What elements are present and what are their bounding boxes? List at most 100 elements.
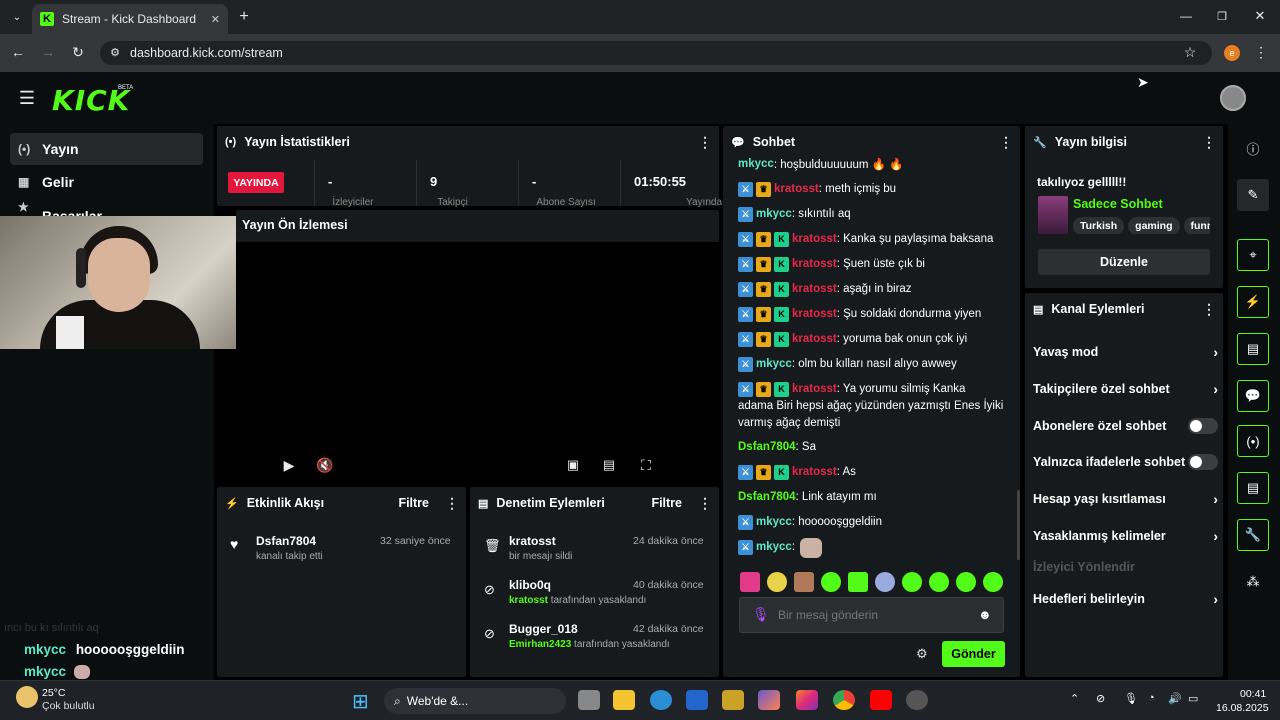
mod-actor[interactable]: Emirhan2423: [509, 639, 571, 650]
back-arrow-icon[interactable]: ←: [10, 44, 26, 60]
weather-icon[interactable]: [16, 686, 38, 708]
taskbar-search[interactable]: ⌕ Web'de &...: [384, 688, 566, 714]
channel-actions-menu-icon[interactable]: ⋮: [1202, 301, 1216, 318]
chat-settings-gear-icon[interactable]: ⚙: [916, 646, 928, 662]
chat-scrollbar[interactable]: [1017, 490, 1020, 560]
activity-filter-button[interactable]: Filtre: [398, 496, 429, 510]
theater-mode-icon[interactable]: ▤: [600, 456, 618, 474]
minimize-icon[interactable]: —: [1178, 8, 1194, 24]
clock-date[interactable]: 16.08.2025: [1216, 702, 1269, 714]
emote-icon[interactable]: [794, 572, 814, 592]
tag[interactable]: funny: [1183, 217, 1210, 234]
clock-time[interactable]: 00:41: [1240, 688, 1266, 700]
stats-menu-icon[interactable]: ⋮: [698, 134, 712, 151]
browser-tab[interactable]: K Stream - Kick Dashboard ✕: [32, 4, 228, 34]
emote-icon[interactable]: [767, 572, 787, 592]
task-view-icon[interactable]: [578, 690, 600, 710]
tab-list-chevron-icon[interactable]: ⌄: [8, 8, 26, 26]
activity-user[interactable]: Dsfan7804: [256, 534, 316, 548]
bookmark-star-icon[interactable]: ☆: [1182, 44, 1198, 60]
info-icon[interactable]: ⓘ: [1237, 132, 1269, 164]
emote-icon[interactable]: [875, 572, 895, 592]
emote-icon[interactable]: [821, 572, 841, 592]
wifi-icon[interactable]: ◔: [1148, 692, 1155, 704]
banned-words-row[interactable]: Yasaklanmış kelimeler ›: [1033, 526, 1218, 546]
reload-icon[interactable]: ↻: [70, 44, 86, 60]
close-window-icon[interactable]: ✕: [1252, 8, 1268, 24]
stream-preview-player[interactable]: [236, 242, 719, 482]
tag[interactable]: Turkish: [1073, 217, 1125, 234]
url-input[interactable]: dashboard.kick.com/stream: [100, 41, 1212, 65]
slow-mode-row[interactable]: Yavaş mod ›: [1033, 342, 1218, 362]
media-player-icon[interactable]: [722, 690, 744, 710]
edit-button[interactable]: Düzenle: [1038, 249, 1210, 275]
channel-icon[interactable]: ▤: [1237, 472, 1269, 504]
goals-row[interactable]: Hedefleri belirleyin ›: [1033, 589, 1218, 609]
chat-icon[interactable]: 💬: [1237, 380, 1269, 412]
close-tab-icon[interactable]: ✕: [211, 13, 220, 26]
chat-message-input[interactable]: [778, 605, 968, 625]
sidebar-item-basarilar[interactable]: ★ Başarılar: [10, 200, 203, 216]
chat-username[interactable]: kratosst: [792, 333, 837, 345]
moderation-filter-button[interactable]: Filtre: [651, 496, 682, 510]
security-icon[interactable]: [686, 690, 708, 710]
volume-icon[interactable]: 🔊: [1168, 692, 1182, 705]
forward-arrow-icon[interactable]: →: [40, 44, 56, 60]
tray-chevron-icon[interactable]: ⌃: [1070, 692, 1079, 705]
app-icon[interactable]: [906, 690, 928, 710]
emote-icon[interactable]: [983, 572, 1003, 592]
file-explorer-icon[interactable]: [613, 690, 635, 710]
chat-username[interactable]: mkycc: [756, 541, 792, 553]
moderation-menu-icon[interactable]: ⋮: [698, 495, 712, 512]
chat-username[interactable]: mkycc: [738, 158, 774, 170]
user-avatar[interactable]: [1220, 85, 1246, 111]
activity-menu-icon[interactable]: ⋮: [445, 495, 459, 512]
chat-username[interactable]: kratosst: [792, 466, 837, 478]
mod-user[interactable]: klibo0q: [509, 578, 551, 592]
copilot-icon[interactable]: [758, 690, 780, 710]
sidebar-item-gelir[interactable]: ▦ Gelir: [10, 166, 203, 198]
profile-avatar[interactable]: e: [1224, 45, 1240, 61]
stream-info-menu-icon[interactable]: ⋮: [1202, 134, 1216, 151]
browser-menu-icon[interactable]: ⋮: [1254, 44, 1268, 60]
account-age-row[interactable]: Hesap yaşı kısıtlaması ›: [1033, 489, 1218, 509]
new-tab-plus-icon[interactable]: +: [236, 8, 252, 25]
chat-username[interactable]: kratosst: [792, 308, 837, 320]
sidebar-item-yayin[interactable]: (•) Yayın: [10, 133, 203, 165]
followers-only-row[interactable]: Takipçilere özel sohbet ›: [1033, 379, 1218, 399]
mod-actor[interactable]: kratosst: [509, 595, 548, 606]
chat-username[interactable]: mkycc: [756, 516, 792, 528]
play-icon[interactable]: ▶: [280, 456, 298, 474]
pip-icon[interactable]: ▣: [564, 456, 582, 474]
category-link[interactable]: Sadece Sohbet: [1073, 197, 1163, 211]
edge-icon[interactable]: [650, 690, 672, 710]
broadcast-icon[interactable]: (•): [1237, 425, 1269, 457]
chrome-icon[interactable]: [833, 690, 855, 710]
category-thumbnail[interactable]: [1038, 196, 1068, 234]
add-widget-icon[interactable]: ⁂: [1237, 566, 1269, 598]
emote-icon[interactable]: [740, 572, 760, 592]
chat-username[interactable]: kratosst: [792, 383, 837, 395]
tray-mic-icon[interactable]: 🎙: [1124, 692, 1138, 705]
chat-username[interactable]: kratosst: [792, 258, 837, 270]
emoji-picker-icon[interactable]: ☻: [978, 607, 992, 622]
chat-username[interactable]: Dsfan7804: [738, 491, 796, 503]
emote-only-toggle[interactable]: [1188, 454, 1218, 470]
chat-username[interactable]: Dsfan7804: [738, 441, 796, 453]
tray-network-off-icon[interactable]: ⊘: [1096, 692, 1105, 705]
chat-username[interactable]: mkycc: [756, 358, 792, 370]
tag[interactable]: gaming: [1128, 217, 1180, 234]
chat-username[interactable]: kratosst: [792, 283, 837, 295]
chat-menu-icon[interactable]: ⋮: [999, 134, 1013, 151]
send-button[interactable]: Gönder: [942, 641, 1005, 667]
youtube-icon[interactable]: [870, 690, 892, 710]
pencil-icon[interactable]: ✎: [1237, 179, 1269, 211]
lightning-icon[interactable]: ⚡: [1237, 286, 1269, 318]
microphone-icon[interactable]: 🎙: [752, 606, 770, 623]
site-info-icon[interactable]: ⚙: [108, 45, 122, 59]
emote-icon[interactable]: [956, 572, 976, 592]
wrench-icon[interactable]: 🔧: [1237, 519, 1269, 551]
mute-icon[interactable]: 🔇: [316, 456, 334, 474]
document-icon[interactable]: ▤: [1237, 333, 1269, 365]
mod-user[interactable]: Bugger_018: [509, 622, 578, 636]
